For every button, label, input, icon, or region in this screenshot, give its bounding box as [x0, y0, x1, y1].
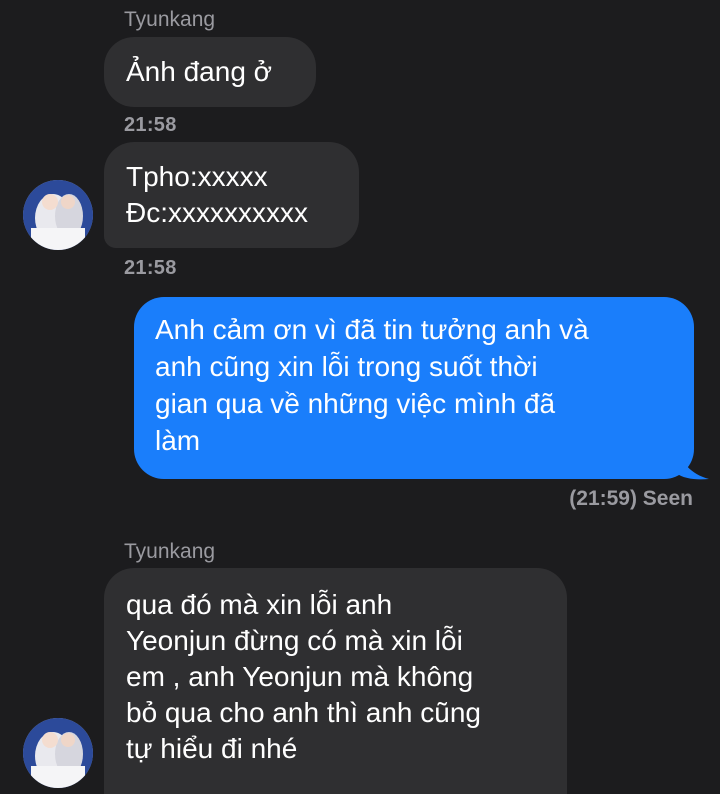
message-text: Ảnh đang ở — [126, 56, 273, 87]
incoming-message-bubble[interactable]: Ảnh đang ở — [104, 37, 316, 107]
bubble-tail-icon — [676, 448, 709, 480]
contact-avatar[interactable] — [23, 718, 93, 788]
contact-avatar[interactable] — [23, 180, 93, 250]
message-text: qua đó mà xin lỗi anh Yeonjun đừng có mà… — [126, 589, 481, 764]
sender-name: Tyunkang — [124, 540, 216, 563]
message-text: Anh cảm ơn vì đã tin tưởng anh và anh cũ… — [155, 314, 589, 456]
chat-screen: Tyunkang Ảnh đang ở 21:58 Tpho:xxxxx Đc:… — [0, 0, 720, 794]
message-text: Tpho:xxxxx Đc:xxxxxxxxxx — [126, 161, 308, 228]
message-timestamp: 21:58 — [124, 114, 177, 136]
incoming-message-bubble[interactable]: qua đó mà xin lỗi anh Yeonjun đừng có mà… — [104, 568, 567, 794]
outgoing-message-bubble[interactable]: Anh cảm ơn vì đã tin tưởng anh và anh cũ… — [134, 297, 694, 479]
incoming-message-bubble[interactable]: Tpho:xxxxx Đc:xxxxxxxxxx — [104, 142, 359, 248]
avatar-photo-icon — [23, 180, 93, 250]
sender-name: Tyunkang — [124, 8, 216, 31]
message-timestamp: 21:58 — [124, 257, 177, 279]
seen-status: (21:59) Seen — [569, 487, 693, 510]
avatar-photo-icon — [23, 718, 93, 788]
